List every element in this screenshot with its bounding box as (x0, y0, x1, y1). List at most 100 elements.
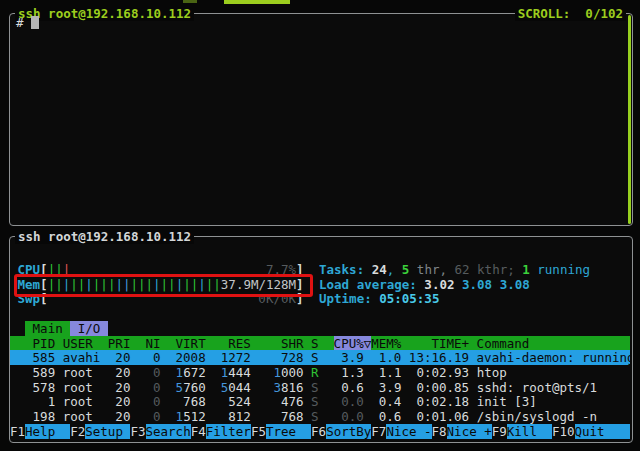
text-segment: running (530, 262, 590, 277)
process-row-198[interactable]: 198 root 20 0 1512 812 768 S 0.0 0.6 0:0… (10, 409, 630, 424)
text-segment: 444 (228, 365, 251, 380)
text-segment (206, 380, 221, 395)
load-average: Load average: 3.02 3.08 3.08 (319, 277, 530, 292)
process-row-585[interactable]: 585 avahi 20 0 2008 1272 728 S 3.9 1.0 1… (10, 350, 630, 365)
text-segment: 760 (183, 380, 206, 395)
text-segment: S (311, 380, 319, 395)
scrollbar[interactable] (628, 15, 631, 224)
fkey-nice-minus-button[interactable]: Nice - (386, 424, 431, 439)
fkey-f4: F4 (191, 424, 206, 439)
fkey-bar: F1Help F2Setup F3SearchF4FilterF5Tree F6… (10, 424, 630, 439)
text-segment: 62 kthr; (455, 262, 515, 277)
text-segment (364, 394, 379, 409)
cursor-block[interactable] (31, 16, 40, 29)
fkey-f10: F10 (552, 424, 575, 439)
fkey-f2: F2 (70, 424, 85, 439)
text-segment: 1.3 1.1 0:02.93 htop (319, 365, 507, 380)
fkey-help-button[interactable]: Help (25, 424, 70, 439)
text-segment (304, 380, 312, 395)
text-segment: S (311, 394, 319, 409)
fkey-f3: F3 (130, 424, 145, 439)
fkey-quit-button[interactable]: Quit (575, 424, 630, 439)
text-segment: 512 (183, 409, 206, 424)
text-segment: 0.6 (379, 409, 402, 424)
process-row-578[interactable]: 578 root 20 0 5760 5044 3816 S 0.6 3.9 0… (10, 380, 630, 395)
text-segment: 0 (153, 380, 161, 395)
text-segment: 044 (228, 380, 251, 395)
text-segment (161, 365, 176, 380)
scroll-indicator: SCROLL: 0/102 (515, 6, 626, 21)
text-segment: 0:01.06 /sbin/syslogd -n (401, 409, 597, 424)
text-segment: 0 (153, 394, 161, 409)
prompt-char: # (16, 15, 24, 30)
top-edge-segment (224, 0, 290, 4)
text-segment (206, 365, 221, 380)
fkey-filter-button[interactable]: Filter (206, 424, 251, 439)
fkey-f9: F9 (492, 424, 507, 439)
text-segment: 1 (176, 409, 184, 424)
text-segment: 3.02 (424, 277, 462, 292)
fkey-setup-button[interactable]: Setup (85, 424, 130, 439)
text-segment: , (387, 262, 402, 277)
text-segment: 0.0 (341, 409, 364, 424)
fkey-nice-plus-button[interactable]: Nice + (447, 424, 492, 439)
text-segment: 0.6 3.9 0:00.85 sshd: root@pts/1 (319, 380, 597, 395)
text-segment: 0 (153, 365, 161, 380)
text-segment: 3.08 (462, 277, 500, 292)
text-segment: 0 (153, 409, 161, 424)
pane-bottom-ssh: ssh root@192.168.10.112 CPU[||| 7.7%]Tas… (9, 236, 633, 443)
fkey-tree-button[interactable]: Tree (266, 424, 311, 439)
htop-app: CPU[||| 7.7%]Tasks: 24, 5 thr, 62 kthr; … (10, 237, 630, 440)
text-segment: Uptime: (319, 291, 379, 306)
shell-prompt-line: # (16, 15, 39, 30)
text-segment: 0.4 (379, 394, 402, 409)
text-segment (161, 380, 176, 395)
text-segment (364, 409, 379, 424)
uptime: Uptime: 05:05:35 (319, 291, 439, 306)
top-edge-dim-segment (183, 0, 197, 3)
fkey-f5: F5 (251, 424, 266, 439)
text-segment (161, 409, 176, 424)
blank-line (10, 306, 630, 321)
fkey-f8: F8 (432, 424, 447, 439)
fkey-kill-button[interactable]: Kill (507, 424, 552, 439)
text-segment: MEM% TIME+ Command (371, 336, 529, 351)
tab-io[interactable]: I/O (70, 321, 108, 336)
fkey-f6: F6 (311, 424, 326, 439)
fkey-search-button[interactable]: Search (146, 424, 191, 439)
pane-top-ssh: ssh root@192.168.10.112 SCROLL: 0/102 # (9, 13, 633, 226)
text-segment: 0.0 (341, 394, 364, 409)
text-segment: 3.08 (500, 277, 530, 292)
text-segment: 24 (372, 262, 387, 277)
tab-bar: Main I/O (10, 321, 630, 336)
process-row-1[interactable]: 1 root 20 0 768 524 476 S 0.0 0.4 0:02.1… (10, 394, 630, 409)
fkey-f1: F1 (10, 424, 25, 439)
text-segment: 000 (281, 365, 304, 380)
text-segment: PID USER PRI NI VIRT RES SHR S (10, 336, 334, 351)
text-segment: 1 (273, 365, 281, 380)
text-segment: R (311, 365, 319, 380)
text-segment: 768 524 476 (161, 394, 312, 409)
text-segment (10, 321, 25, 336)
text-segment: 05:05:35 (379, 291, 439, 306)
tab-main[interactable]: Main (25, 321, 70, 336)
text-segment (319, 394, 342, 409)
fkey-sortby-button[interactable]: SortBy (326, 424, 371, 439)
text-segment: 812 768 (206, 409, 311, 424)
text-segment: 3 (273, 380, 281, 395)
text-segment: S (311, 409, 319, 424)
text-segment: Load average: (319, 277, 424, 292)
text-segment: thr, (409, 262, 454, 277)
text-segment: 198 root 20 (10, 409, 153, 424)
text-segment: 585 avahi 20 0 2008 1272 728 S 3.9 1.0 1… (10, 350, 630, 365)
text-segment: 589 root 20 (10, 365, 153, 380)
text-segment: 0:02.18 init [3] (401, 394, 536, 409)
mem-annotation-box (14, 274, 313, 297)
text-segment: 1 (522, 262, 530, 277)
tasks-summary: Tasks: 24, 5 thr, 62 kthr; 1 running (319, 262, 590, 277)
process-row-589[interactable]: 589 root 20 0 1672 1444 1000 R 1.3 1.1 0… (10, 365, 630, 380)
text-segment: 672 (183, 365, 206, 380)
text-segment: 816 (281, 380, 304, 395)
sort-column-header[interactable]: CPU%▽ (334, 336, 372, 351)
text-segment (251, 380, 274, 395)
